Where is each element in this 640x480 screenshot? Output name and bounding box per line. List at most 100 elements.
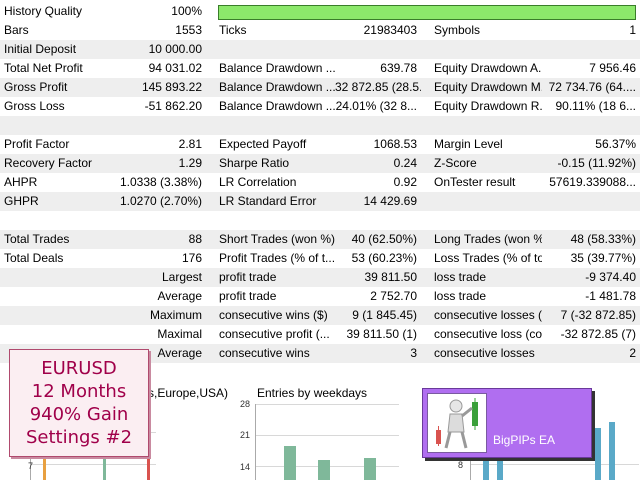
weekdays-chart-title: Entries by weekdays [257,386,368,400]
table-cell-value: 1.0338 (3.38%) [120,175,203,189]
table-row: Maximal consecutive profit (... 39 811.50 … [0,325,640,344]
chart-bar [103,456,106,480]
sessions-chart-title: s,Europe,USA) [148,386,229,400]
weekdays-y-tick: 28 [240,399,251,409]
table-cell-value: 1.0270 (2.70%) [120,194,203,208]
right-y-tick: 8 [458,460,464,470]
table-cell-label [0,211,120,230]
table-row: GHPR 1.0270 (2.70%) LR Standard Error 14 42… [0,192,640,211]
table-cell-value: 53 (60.23%) [351,251,417,265]
table-cell-label: LR Correlation [219,175,297,189]
table-row: Gross Loss -51 862.20 Balance Drawdown ...… [0,97,640,116]
table-cell-label: loss trade [434,289,487,303]
table-row: Largest profit trade 39 811.50 loss trade -9… [0,268,640,287]
table-cell-value: 145 893.22 [141,80,202,94]
table-cell-value: 1 [629,23,636,37]
table-cell-value: Largest [161,270,202,284]
table-cell-value: 0.24 [393,156,417,170]
table-cell-label: Symbols [434,23,481,37]
table-row [0,116,640,135]
table-cell-value: 32 872.85 (28.5... [335,80,421,94]
table-cell-value: 1068.53 [373,137,417,151]
table-cell-value: 35 (39.77%) [570,251,636,265]
table-cell-value: 56.37% [595,137,636,151]
table-row: Total Net Profit 94 031.02 Balance Drawdow… [0,59,640,78]
table-cell-label: consecutive wins ($) [219,308,328,322]
table-cell-value: 7 956.46 [589,61,636,75]
table-cell-label: Gross Profit [4,80,68,94]
table-row: Profit Factor 2.81 Expected Payoff 1068.53 M… [0,135,640,154]
table-cell-value [120,116,206,135]
gridline [256,404,399,405]
table-cell-label: GHPR [4,194,39,208]
table-cell-label: loss trade [434,270,487,284]
table-cell-label: Balance Drawdown ... [219,61,335,75]
table-cell-label: Total Trades [4,232,70,246]
gridline [256,435,399,436]
table-cell-value: 24.01% (32 8... [335,99,417,113]
history-quality-value: 100% [171,4,202,18]
table-cell-value [542,116,640,135]
table-cell-value: 2.81 [178,137,202,151]
table-cell-label: LR Standard Error [219,194,317,208]
table-cell-label: OnTester result [434,175,516,189]
promo-line-4: Settings #2 [25,427,133,448]
table-cell-value: 1553 [175,23,202,37]
table-cell-value: 2 [629,346,636,360]
table-cell-value: Maximum [149,308,202,322]
table-cell-label: Sharpe Ratio [219,156,290,170]
table-cell-label: Loss Trades (% of to... [434,251,542,265]
table-cell-label: Gross Loss [4,99,65,113]
table-cell-value: 14 429.69 [363,194,417,208]
table-cell-label: Balance Drawdown ... [219,80,335,94]
table-row: AHPR 1.0338 (3.38%) LR Correlation 0.92 OnTe… [0,173,640,192]
table-cell-label: Total Deals [4,251,64,265]
table-cell-value: 7 (-32 872.85) [560,308,636,322]
table-cell-label [430,40,542,59]
table-cell-label [430,211,542,230]
table-cell-label: Equity Drawdown A... [434,61,542,75]
table-cell-label: consecutive losses ($) [434,308,542,322]
table-cell-value: -32 872.85 (7) [560,327,636,341]
table-cell-value: 39 811.50 [364,270,418,284]
table-row: Maximum consecutive wins ($) 9 (1 845.45) c… [0,306,640,325]
table-cell-label: Balance Drawdown ... [219,99,335,113]
table-row: Initial Deposit 10 000.00 [0,40,640,59]
table-cell-label: Total Net Profit [4,61,83,75]
weekdays-y-tick: 21 [240,430,251,440]
table-cell-label [0,268,120,287]
table-cell-value: -9 374.40 [585,270,636,284]
table-cell-value: 1.29 [178,156,202,170]
table-cell-label: Ticks [219,23,247,37]
table-cell-value: 40 (62.50%) [351,232,417,246]
table-row: Bars 1553 Ticks 21983403 Symbols 1 [0,21,640,40]
history-quality-row: History Quality 100% [0,2,640,21]
table-cell-value: 90.11% (18 6... [555,99,637,113]
promo-line-2: 12 Months [31,381,127,402]
table-row: Total Deals 176 Profit Trades (% of t... 53… [0,249,640,268]
promo-overlay: EURUSD 12 Months 940% Gain Settings #2 [9,349,149,457]
table-row: Average profit trade 2 752.70 loss trade -1 … [0,287,640,306]
table-row: Total Trades 88 Short Trades (won %) 40 (62… [0,230,640,249]
table-cell-value: Maximal [157,327,202,341]
chart-bar [318,460,330,480]
promo-line-3: 940% Gain [29,404,129,425]
table-cell-label [215,116,335,135]
table-cell-label: Initial Deposit [4,42,77,56]
table-cell-value: 72 734.76 (64.... [548,80,636,94]
table-cell-label: Profit Factor [4,137,70,151]
table-cell-value: 21983403 [363,23,417,37]
chart-bar [147,458,150,480]
table-cell-value: 0.92 [393,175,417,189]
chart-bar [609,422,615,480]
table-cell-value: -51 862.20 [144,99,202,113]
table-cell-label [215,211,335,230]
table-cell-value [542,40,640,59]
table-cell-label: Margin Level [434,137,503,151]
table-cell-value: 3 [410,346,417,360]
table-cell-value: 39 811.50 (1) [346,327,418,341]
table-cell-label [0,325,120,344]
table-cell-label: Z-Score [434,156,477,170]
table-cell-value: 88 [188,232,202,246]
table-cell-label: Expected Payoff [219,137,307,151]
